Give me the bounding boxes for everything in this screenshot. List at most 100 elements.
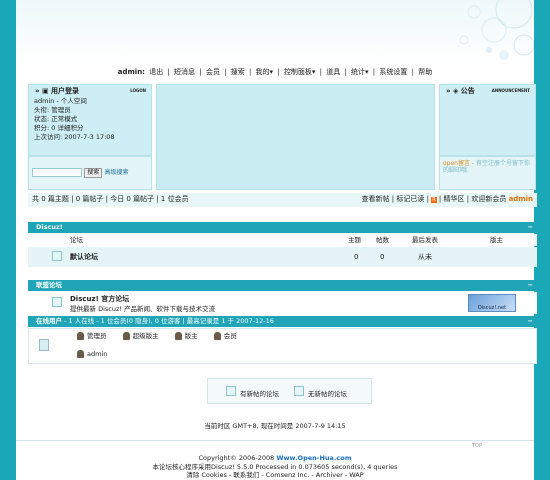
admin-user-icon	[77, 350, 84, 358]
nav-item[interactable]: 系统设置	[379, 68, 407, 76]
no-new-posts-label: 无新帖的论坛	[308, 390, 347, 398]
user-title: 头衔: 管理员	[34, 106, 71, 114]
admin-user-icon	[77, 332, 84, 340]
member-icon	[213, 332, 221, 340]
nav-separator: |	[344, 68, 347, 76]
forum-columns: 论坛 主题 帖数 最后发表 版主	[28, 234, 537, 246]
partner-title[interactable]: 联盟论坛	[36, 281, 62, 289]
partner-logo[interactable]: Discuz!.net	[468, 294, 516, 312]
search-button[interactable]: 搜索	[84, 168, 103, 178]
partner-description: 提供最新 Discuz! 产品新闻、软件下载与技术交流	[70, 305, 216, 313]
legend-member: 会员	[223, 332, 237, 340]
nav-user[interactable]: admin:	[118, 68, 145, 76]
new-member-link[interactable]: admin	[509, 195, 533, 203]
person-icon: ▣	[41, 87, 49, 95]
notice-content: open留言 - 有空注册个号留下你的脚印哦.	[439, 156, 536, 190]
notice-panel-title-en: ANNOUNCEMENT	[491, 88, 530, 93]
nav-item[interactable]: 会员	[206, 68, 220, 76]
separator: |	[391, 195, 395, 203]
column-topics: 主题	[348, 236, 361, 244]
online-user-list: admin	[77, 349, 107, 359]
user-credits[interactable]: 积分: 0 详细积分	[34, 124, 151, 133]
timezone-info: 当前时区 GMT+8, 现在时间是 2007-7-9 14:15	[204, 422, 346, 430]
speaker-icon: ◈	[452, 87, 459, 95]
search-area: 搜索 高级搜索	[28, 156, 152, 190]
notice-message[interactable]: open留言 - 有空注册个号留下你的脚印哦.	[440, 157, 535, 177]
forum-category-header[interactable]: Discuz! −	[28, 222, 537, 233]
separator: |	[438, 195, 442, 203]
nav-item[interactable]: 帮助	[418, 68, 432, 76]
nav-separator: |	[199, 68, 202, 76]
nav-separator: |	[411, 68, 414, 76]
forum-posts: 0	[380, 253, 385, 261]
notice-panel: » ◈ 公告 ANNOUNCEMENT	[439, 84, 536, 156]
legend-moderator: 版主	[184, 332, 198, 340]
forum-stats: 共 0 篇主题 | 0 篇帖子 | 今日 0 篇帖子 | 1 位会员	[32, 195, 189, 203]
forum-name-link[interactable]: 默认论坛	[70, 247, 98, 267]
legend-admin: 管理员	[87, 332, 107, 340]
stats-bar: 共 0 篇主题 | 0 篇帖子 | 今日 0 篇帖子 | 1 位会员 查看新帖 …	[28, 193, 537, 207]
user-space-link[interactable]: admin - 个人空间	[34, 97, 151, 106]
nav-item[interactable]: 退出	[149, 68, 163, 76]
notice-message-label[interactable]: open留言 -	[443, 160, 476, 167]
advanced-search-link[interactable]: 高级搜索	[104, 169, 128, 176]
nav-separator: |	[277, 68, 280, 76]
legend-super-moderator: 超级版主	[132, 332, 159, 340]
site-link[interactable]: Www.Open-Hua.com	[276, 454, 351, 462]
top-navigation: admin: 退出 | 短消息 | 会员 | 搜索 | 我的▾ | 控制面板▾ …	[16, 66, 534, 78]
partner-logo-text: Discuz!.net	[477, 305, 507, 311]
online-icon	[39, 339, 49, 351]
nav-separator: |	[248, 68, 252, 76]
search-input[interactable]	[32, 167, 82, 177]
forum-row[interactable]: 默认论坛 0 0 从未	[28, 247, 537, 267]
forum-category-title[interactable]: Discuz!	[36, 223, 63, 231]
view-new-posts-link[interactable]: 查看新帖	[362, 195, 390, 203]
nav-item[interactable]: 短消息	[174, 68, 195, 76]
online-user-link[interactable]: admin	[87, 350, 107, 358]
new-posts-icon	[226, 386, 236, 396]
online-users-header[interactable]: 在线用户 - 1 人在线 - 1 位会员(0 隐身), 0 位游客 | 最高记录…	[28, 316, 537, 327]
forum-icon-legend: 有新帖的论坛 无新帖的论坛	[207, 378, 372, 404]
footer-links[interactable]: 清除 Cookies - 联系我们 - Comsenz Inc. - Archi…	[16, 471, 534, 479]
collapse-icon[interactable]: −	[528, 316, 533, 327]
login-panel-title-en: LOGON	[130, 88, 146, 93]
nav-separator: |	[319, 68, 322, 76]
no-new-posts-icon	[294, 386, 304, 396]
nav-separator: |	[167, 68, 170, 76]
nav-separator: |	[224, 68, 227, 76]
separator: |	[466, 195, 470, 203]
nav-item[interactable]: 我的▾	[256, 68, 274, 76]
header-banner	[16, 0, 534, 64]
login-panel: » ▣ 用户登录 LOGON admin - 个人空间 头衔: 管理员 状态: 正…	[28, 84, 152, 156]
online-users-title[interactable]: 在线用户	[36, 317, 62, 325]
nav-item[interactable]: 统计▾	[351, 68, 369, 76]
login-panel-title: 用户登录	[51, 87, 80, 95]
mark-read-link[interactable]: 标记已读	[396, 195, 424, 203]
footer-copyright: Copyright© 2006-2008 Www.Open-Hua.com	[16, 454, 534, 462]
partner-header[interactable]: 联盟论坛 −	[28, 280, 537, 291]
column-last-post: 最后发表	[412, 236, 438, 244]
forum-last-post: 从未	[418, 253, 432, 261]
forum-topics: 0	[354, 253, 359, 261]
column-forum: 论坛	[70, 236, 83, 244]
moderator-icon	[174, 332, 182, 340]
nav-item[interactable]: 道具	[326, 68, 340, 76]
digest-link[interactable]: 精华区	[444, 195, 465, 203]
notice-panel-header: » ◈ 公告 ANNOUNCEMENT	[446, 87, 530, 95]
collapse-icon[interactable]: −	[528, 280, 533, 291]
nav-item[interactable]: 搜索	[231, 68, 245, 76]
page: admin: 退出 | 短消息 | 会员 | 搜索 | 我的▾ | 控制面板▾ …	[16, 0, 537, 480]
nav-item[interactable]: 控制面板▾	[284, 68, 316, 76]
online-users-panel: 管理员 超级版主 版主 会员 admin	[28, 328, 537, 364]
center-panel	[156, 84, 435, 190]
online-users-summary: - 1 人在线 - 1 位会员(0 隐身), 0 位游客 | 最高记录是 1 于…	[62, 317, 274, 325]
forum-status-icon	[52, 251, 62, 261]
rss-icon[interactable]: R	[431, 197, 437, 203]
partner-icon	[52, 297, 62, 307]
user-info: admin - 个人空间 头衔: 管理员 状态: 正常模式 积分: 0 详细积分…	[29, 97, 151, 142]
top-link[interactable]: TOP	[472, 443, 482, 449]
login-panel-header: » ▣ 用户登录 LOGON	[35, 87, 146, 95]
new-posts-label: 有新帖的论坛	[240, 390, 279, 398]
online-legend: 管理员 超级版主 版主 会员	[77, 331, 237, 341]
collapse-icon[interactable]: −	[528, 222, 533, 233]
